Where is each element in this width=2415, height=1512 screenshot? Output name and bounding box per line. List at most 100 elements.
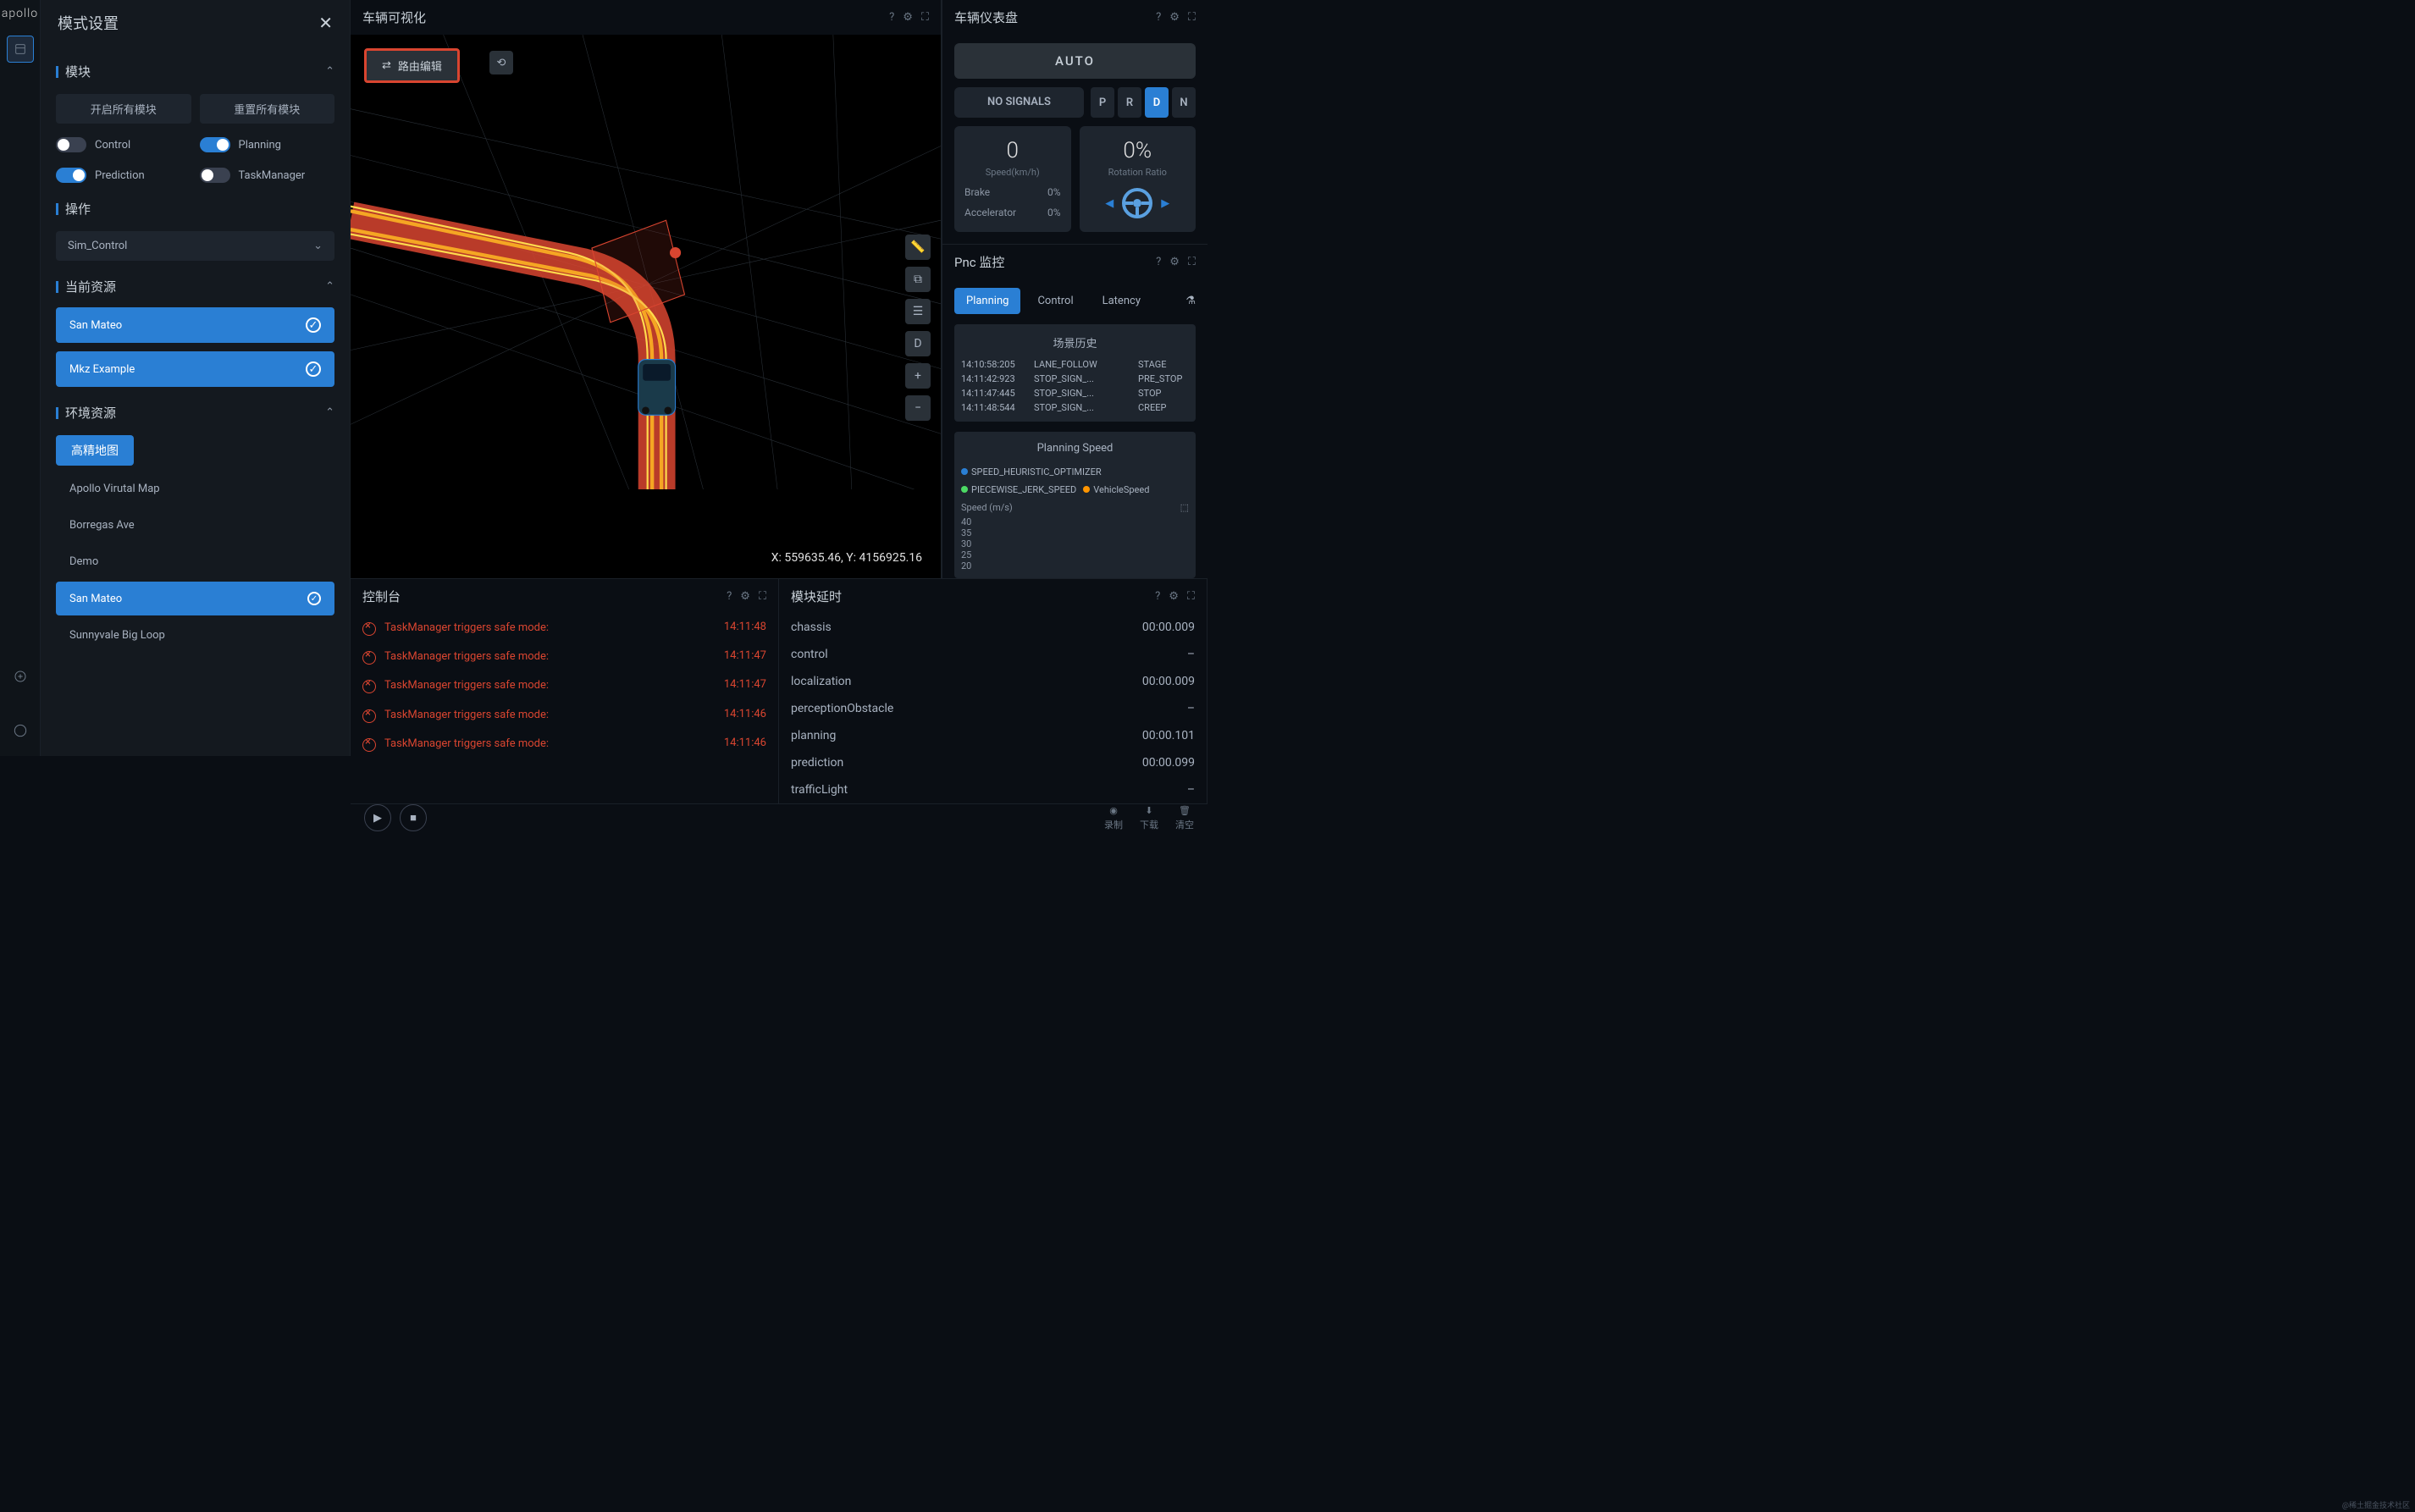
env-item[interactable]: San Mateo✓	[56, 582, 334, 615]
toggle-control[interactable]: Control	[56, 137, 191, 152]
zoom-in-button[interactable]: +	[905, 363, 931, 389]
gear-icon[interactable]: ⚙	[740, 590, 750, 603]
gear-N[interactable]: N	[1172, 87, 1196, 118]
ruler-icon[interactable]: 📏	[905, 235, 931, 260]
open-all-button[interactable]: 开启所有模块	[56, 94, 191, 124]
no-signals-label: NO SIGNALS	[954, 87, 1084, 118]
logo: apollo	[2, 7, 38, 20]
chevron-up-icon: ⌃	[325, 406, 334, 419]
gear-P[interactable]: P	[1091, 87, 1114, 118]
env-item[interactable]: Sunnyvale Big Loop	[56, 619, 334, 652]
zoom-out-button[interactable]: −	[905, 395, 931, 421]
help-icon[interactable]: ?	[1156, 11, 1161, 24]
chevron-down-icon: ⌄	[313, 240, 323, 252]
latency-row: localization00:00.009	[791, 668, 1195, 695]
latency-row: perceptionObstacle–	[791, 695, 1195, 722]
gear-icon[interactable]: ⚙	[1169, 11, 1180, 24]
resource-item[interactable]: San Mateo✓	[56, 307, 334, 343]
download-button[interactable]: ⬇下载	[1140, 805, 1158, 831]
gear-icon[interactable]: ⚙	[903, 11, 913, 24]
stop-button[interactable]: ■	[400, 804, 427, 831]
scenario-title: 场景历史	[961, 331, 1189, 357]
viz-title: 车辆可视化	[362, 8, 426, 26]
dashboard-title: 车辆仪表盘	[954, 8, 1018, 26]
nav-module-icon[interactable]	[7, 36, 34, 63]
tab-latency[interactable]: Latency	[1091, 288, 1152, 314]
dimension-button[interactable]: D	[905, 331, 931, 356]
left-nav: apollo	[0, 0, 41, 756]
steering-wheel-icon	[1120, 186, 1154, 220]
record-button[interactable]: ◉录制	[1104, 805, 1123, 831]
clear-button[interactable]: 🗑清空	[1175, 805, 1194, 831]
close-icon[interactable]: ✕	[318, 13, 333, 33]
scenario-row: 14:10:58:205LANE_FOLLOWSTAGE	[961, 357, 1189, 372]
latency-row: control–	[791, 641, 1195, 668]
chart-expand-icon[interactable]: ⬚	[1180, 502, 1189, 513]
log-row: TaskManager triggers safe mode:14:11:46	[362, 701, 766, 730]
legend-item: PIECEWISE_JERK_SPEED	[961, 484, 1076, 495]
reset-all-button[interactable]: 重置所有模块	[200, 94, 335, 124]
error-icon	[362, 622, 376, 636]
route-edit-button[interactable]: ⇄ 路由编辑	[364, 48, 460, 83]
expand-icon[interactable]: ⛶	[759, 590, 766, 603]
copy-icon[interactable]: ⧉	[905, 267, 931, 292]
expand-icon[interactable]: ⛶	[1188, 11, 1196, 24]
coords-label: X: 559635.46, Y: 4156925.16	[763, 546, 931, 570]
viz-canvas[interactable]: ⇄ 路由编辑 ⟲	[351, 35, 941, 578]
error-icon	[362, 738, 376, 752]
chevron-up-icon: ⌃	[325, 65, 334, 78]
gear-icon[interactable]: ⚙	[1169, 256, 1180, 268]
expand-icon[interactable]: ⛶	[921, 11, 929, 24]
toggle-prediction[interactable]: Prediction	[56, 168, 191, 183]
expand-icon[interactable]: ⛶	[1187, 590, 1195, 603]
help-icon[interactable]: ?	[727, 590, 732, 603]
env-res-header[interactable]: 环境资源 ⌃	[56, 400, 334, 425]
gear-icon[interactable]: ⚙	[1169, 590, 1179, 603]
expand-icon[interactable]: ⛶	[1188, 256, 1196, 268]
error-icon	[362, 709, 376, 723]
latency-row: trafficLight–	[791, 776, 1195, 803]
operation-select[interactable]: Sim_Control ⌄	[56, 231, 334, 261]
env-item[interactable]: Demo	[56, 545, 334, 578]
filter-icon[interactable]: ⚗	[1185, 295, 1196, 307]
toggle-taskmanager[interactable]: TaskManager	[200, 168, 335, 183]
turn-right-icon: ▶	[1161, 197, 1169, 210]
latency-title: 模块延时	[791, 588, 842, 605]
settings-sidebar: 模式设置 ✕ 模块 ⌃ 开启所有模块 重置所有模块 Control Plannin…	[41, 0, 351, 756]
help-icon[interactable]: ?	[1156, 256, 1161, 268]
speed-meter: 0 Speed(km/h) Brake0% Accelerator0%	[954, 126, 1071, 232]
tab-planning[interactable]: Planning	[954, 288, 1020, 314]
log-row: TaskManager triggers safe mode:14:11:46	[362, 730, 766, 759]
layers-icon[interactable]: ☰	[905, 299, 931, 324]
modules-header[interactable]: 模块 ⌃	[56, 59, 334, 84]
env-item[interactable]: Borregas Ave	[56, 509, 334, 542]
resource-item[interactable]: Mkz Example✓	[56, 351, 334, 387]
help-icon[interactable]: ?	[1155, 590, 1160, 603]
scenario-row: 14:11:42:923STOP_SIGN_...PRE_STOP	[961, 372, 1189, 386]
log-row: TaskManager triggers safe mode:14:11:47	[362, 643, 766, 671]
footer: ▶ ■ ◉录制 ⬇下载 🗑清空 @稀土掘金技术社区	[351, 803, 1208, 831]
turn-left-icon: ◀	[1105, 197, 1114, 210]
sidebar-title: 模式设置	[58, 12, 119, 34]
user-icon[interactable]	[7, 717, 34, 744]
current-res-header[interactable]: 当前资源 ⌃	[56, 274, 334, 299]
toggle-planning[interactable]: Planning	[200, 137, 335, 152]
log-row: TaskManager triggers safe mode:14:11:48	[362, 614, 766, 643]
env-item[interactable]: Apollo Virutal Map	[56, 472, 334, 505]
operation-header[interactable]: 操作	[56, 196, 334, 221]
tab-control[interactable]: Control	[1025, 288, 1085, 314]
error-icon	[362, 680, 376, 693]
gear-R[interactable]: R	[1118, 87, 1141, 118]
legend-item: VehicleSpeed	[1083, 484, 1149, 495]
auto-button[interactable]: AUTO	[954, 43, 1196, 79]
play-button[interactable]: ▶	[364, 804, 391, 831]
add-icon[interactable]	[7, 663, 34, 690]
latency-row: prediction00:00.099	[791, 749, 1195, 776]
help-icon[interactable]: ?	[889, 11, 894, 24]
hdmap-button[interactable]: 高精地图	[56, 435, 134, 466]
relay-button[interactable]: ⟲	[489, 51, 513, 74]
log-row: TaskManager triggers safe mode:14:11:47	[362, 671, 766, 700]
error-icon	[362, 651, 376, 665]
console-title: 控制台	[362, 588, 401, 605]
gear-D[interactable]: D	[1145, 87, 1169, 118]
